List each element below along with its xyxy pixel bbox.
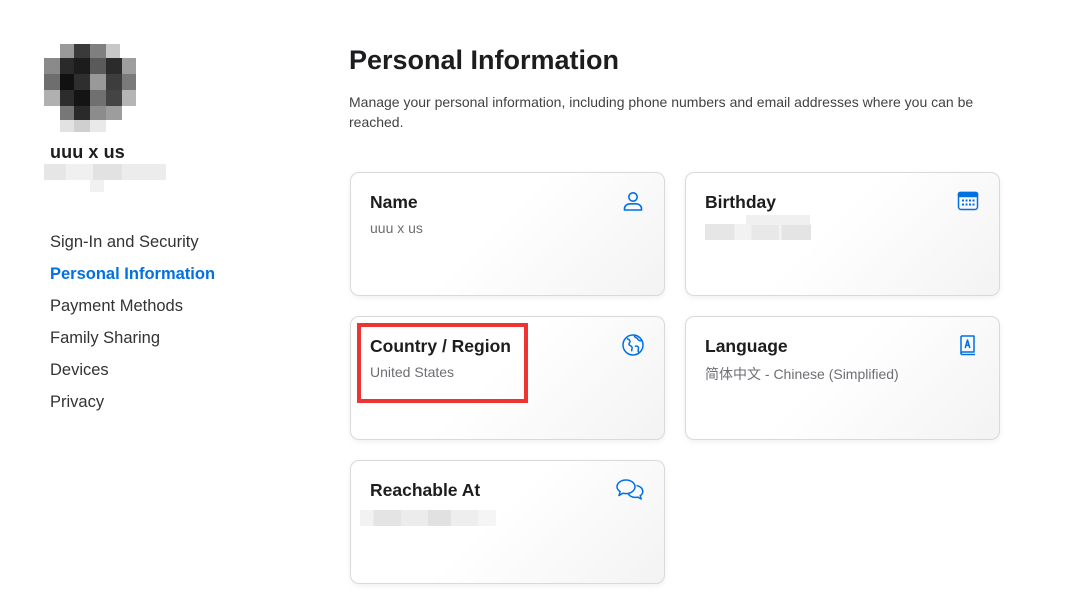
reachable-card-title: Reachable At [370, 480, 481, 500]
birthday-card-title: Birthday [705, 192, 776, 212]
avatar[interactable] [44, 44, 136, 132]
name-card-value: uuu x us [370, 220, 423, 236]
sidebar-item-personal-information[interactable]: Personal Information [50, 258, 215, 290]
page-title: Personal Information [349, 45, 620, 75]
language-card-value: 简体中文 - Chinese (Simplified) [705, 366, 899, 382]
dictionary-icon [956, 333, 980, 357]
language-card-title: Language [705, 336, 788, 356]
birthday-redacted-top [746, 215, 810, 225]
sidebar-item-family-sharing[interactable]: Family Sharing [50, 322, 215, 354]
reachable-redacted [360, 510, 496, 526]
birthday-card[interactable]: Birthday [685, 172, 1000, 296]
sidebar-nav: Sign-In and Security Personal Informatio… [50, 226, 215, 418]
name-card-title: Name [370, 192, 418, 212]
sidebar-item-payment-methods[interactable]: Payment Methods [50, 290, 215, 322]
chat-bubbles-icon [615, 477, 645, 501]
person-icon [621, 189, 645, 213]
sidebar-item-sign-in-security[interactable]: Sign-In and Security [50, 226, 215, 258]
user-email-redacted [44, 164, 166, 180]
language-card[interactable]: Language 简体中文 - Chinese (Simplified) [685, 316, 1000, 440]
reachable-at-card[interactable]: Reachable At [350, 460, 665, 584]
sidebar-item-devices[interactable]: Devices [50, 354, 215, 386]
highlight-box [357, 323, 528, 403]
calendar-icon [956, 189, 980, 213]
name-card[interactable]: Name uuu x us [350, 172, 665, 296]
page-description: Manage your personal information, includ… [349, 94, 974, 130]
user-name: uuu x us [50, 142, 125, 162]
birthday-redacted [705, 224, 811, 240]
user-email-redacted-tail [90, 180, 104, 192]
globe-icon [621, 333, 645, 357]
sidebar-item-privacy[interactable]: Privacy [50, 386, 215, 418]
